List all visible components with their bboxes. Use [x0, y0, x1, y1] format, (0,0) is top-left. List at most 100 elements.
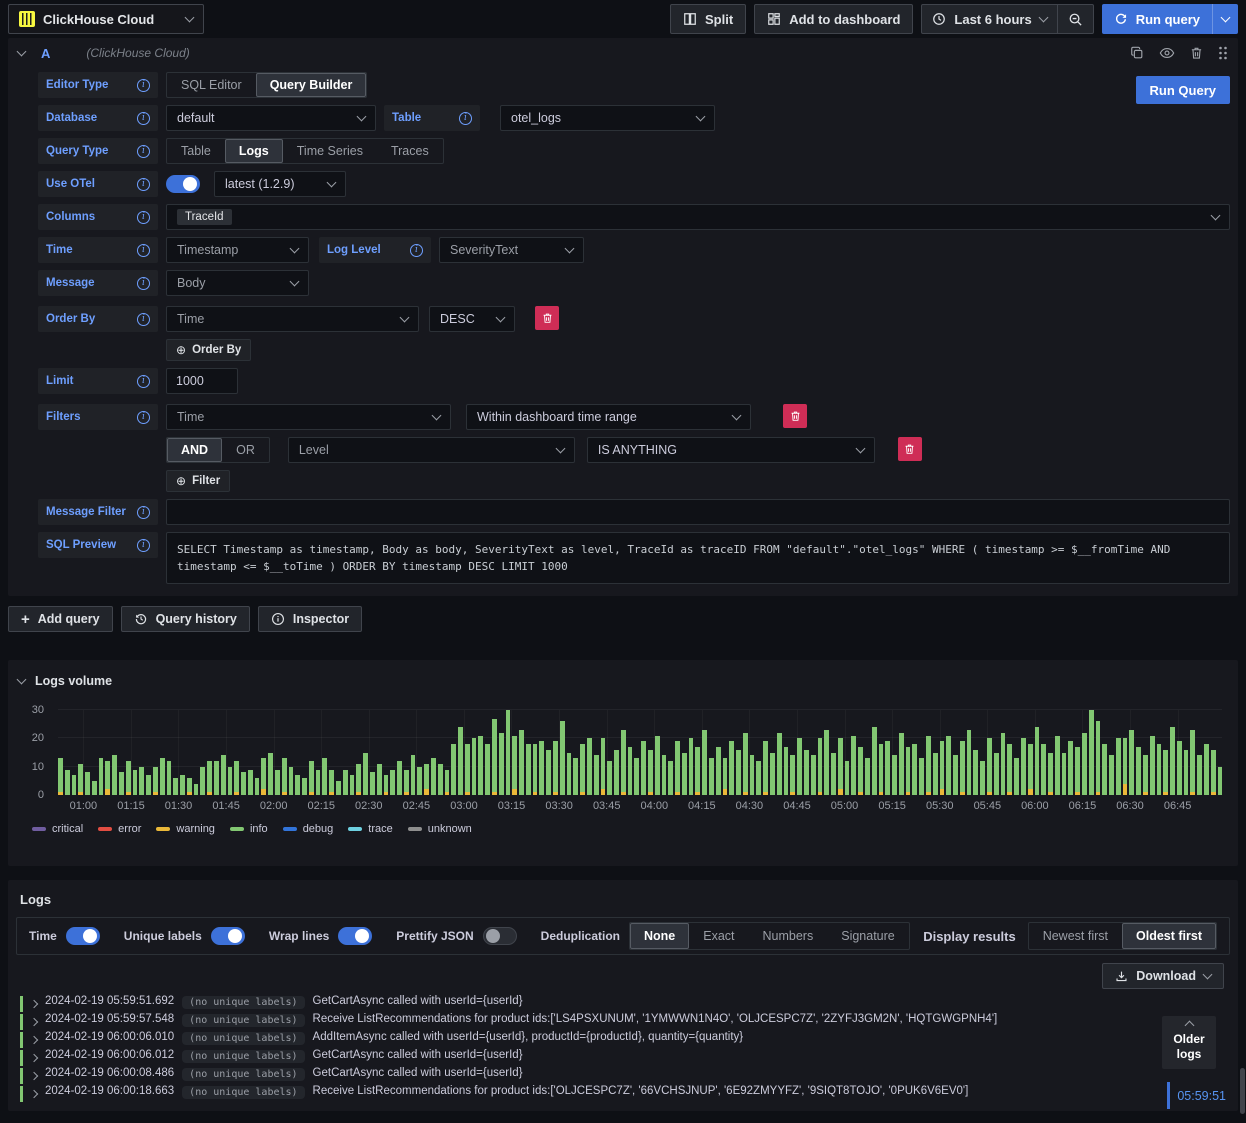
volume-bar — [634, 758, 640, 795]
info-icon[interactable] — [137, 276, 150, 290]
columns-multiselect[interactable]: TraceId — [166, 204, 1230, 230]
info-icon[interactable] — [137, 144, 150, 158]
time-range-picker[interactable]: Last 6 hours — [922, 5, 1056, 33]
use-otel-toggle[interactable] — [166, 175, 200, 193]
query-type-time-series[interactable]: Time Series — [283, 139, 377, 163]
remove-filter-button[interactable] — [783, 404, 807, 428]
volume-bar — [498, 732, 504, 795]
info-icon[interactable] — [137, 177, 150, 191]
database-select[interactable]: default — [166, 105, 376, 131]
legend-item-unknown[interactable]: unknown — [407, 823, 472, 835]
chevron-right-icon[interactable] — [29, 999, 39, 1009]
filter-field-select[interactable]: Time — [166, 404, 451, 430]
add-order-by-button[interactable]: ⊕ Order By — [166, 339, 252, 361]
info-icon[interactable] — [137, 210, 150, 224]
wrap-lines-toggle[interactable] — [338, 927, 373, 945]
info-icon[interactable] — [137, 410, 150, 424]
legend-item-warning[interactable]: warning — [156, 823, 215, 835]
filter2-field-select[interactable]: Level — [287, 437, 575, 463]
info-icon[interactable] — [137, 312, 150, 326]
column-chip-traceid[interactable]: TraceId — [177, 209, 232, 225]
drag-handle-icon[interactable] — [1218, 46, 1228, 60]
chevron-right-icon[interactable] — [29, 1071, 39, 1081]
log-level-select[interactable]: SeverityText — [439, 237, 584, 263]
builder-run-query-button[interactable]: Run Query — [1135, 76, 1230, 104]
legend-item-error[interactable]: error — [98, 823, 141, 835]
datasource-picker[interactable]: ClickHouse Cloud — [8, 4, 204, 34]
table-select[interactable]: otel_logs — [500, 105, 715, 131]
chevron-right-icon[interactable] — [29, 1053, 39, 1063]
info-icon[interactable] — [137, 111, 150, 125]
conjunction-and[interactable]: AND — [167, 438, 223, 462]
legend-item-debug[interactable]: debug — [282, 823, 333, 835]
conjunction-or[interactable]: OR — [222, 438, 269, 462]
page-scrollbar-thumb[interactable] — [1240, 1068, 1245, 1114]
add-to-dashboard-button[interactable]: Add to dashboard — [754, 4, 914, 34]
message-filter-input[interactable] — [166, 499, 1230, 525]
add-filter-button[interactable]: ⊕ Filter — [166, 470, 231, 492]
log-row[interactable]: 2024-02-19 05:59:51.692 (no unique labels… — [20, 995, 1232, 1013]
legend-item-info[interactable]: info — [229, 823, 268, 835]
otel-version-select[interactable]: latest (1.2.9) — [214, 171, 346, 197]
display-newest-first[interactable]: Newest first — [1029, 923, 1122, 949]
unique-labels-toggle[interactable] — [210, 927, 245, 945]
chevron-right-icon[interactable] — [29, 1089, 39, 1099]
older-logs-button[interactable]: Older logs — [1162, 1016, 1216, 1069]
log-row[interactable]: 2024-02-19 05:59:57.548 (no unique labels… — [20, 1013, 1232, 1031]
log-row[interactable]: 2024-02-19 06:00:18.663 (no unique labels… — [20, 1085, 1232, 1103]
time-column-select[interactable]: Timestamp — [166, 237, 309, 263]
log-message: Receive ListRecommendations for product … — [312, 1085, 969, 1097]
display-oldest-first[interactable]: Oldest first — [1122, 923, 1216, 949]
volume-bar — [1115, 738, 1121, 795]
info-icon[interactable] — [137, 538, 150, 552]
dedup-none[interactable]: None — [630, 923, 690, 949]
log-row[interactable]: 2024-02-19 06:00:06.012 (no unique labels… — [20, 1049, 1232, 1067]
remove-filter2-button[interactable] — [897, 437, 922, 461]
query-history-button[interactable]: Query history — [120, 606, 250, 632]
filter2-operator-select[interactable]: IS ANYTHING — [586, 437, 875, 463]
dedup-exact[interactable]: Exact — [689, 923, 748, 949]
info-icon[interactable] — [137, 78, 150, 92]
info-icon[interactable] — [137, 505, 150, 519]
info-icon[interactable] — [137, 374, 150, 388]
order-by-field-select[interactable]: Time — [166, 306, 419, 332]
dedup-signature[interactable]: Signature — [827, 923, 909, 949]
logs-volume-header[interactable]: Logs volume — [16, 670, 1228, 692]
order-by-direction-select[interactable]: DESC — [429, 306, 515, 332]
download-button[interactable]: Download — [1102, 963, 1224, 989]
chevron-right-icon[interactable] — [29, 1035, 39, 1045]
log-row[interactable]: 2024-02-19 06:00:06.010 (no unique labels… — [20, 1031, 1232, 1049]
query-type-traces[interactable]: Traces — [377, 139, 443, 163]
legend-item-trace[interactable]: trace — [348, 823, 393, 835]
editor-type-query-builder[interactable]: Query Builder — [255, 73, 367, 97]
query-row-header[interactable]: A (ClickHouse Cloud) — [8, 38, 1238, 68]
time-toggle[interactable] — [65, 927, 100, 945]
message-column-select[interactable]: Body — [166, 270, 309, 296]
sql-preview-text[interactable]: SELECT Timestamp as timestamp, Body as b… — [166, 532, 1230, 584]
remove-query-trash-icon[interactable] — [1190, 46, 1203, 60]
time-range-zoom-out-button[interactable] — [1058, 5, 1093, 33]
duplicate-query-icon[interactable] — [1130, 46, 1144, 60]
run-query-options-button[interactable] — [1212, 4, 1238, 34]
dedup-numbers[interactable]: Numbers — [749, 923, 828, 949]
volume-bar — [729, 741, 735, 795]
editor-type-sql-editor[interactable]: SQL Editor — [167, 73, 256, 97]
legend-item-critical[interactable]: critical — [32, 823, 83, 835]
chevron-right-icon[interactable] — [29, 1017, 39, 1027]
split-button[interactable]: Split — [670, 4, 747, 34]
info-icon[interactable] — [459, 111, 472, 125]
run-query-button[interactable]: Run query — [1102, 4, 1212, 34]
info-icon[interactable] — [410, 243, 423, 257]
limit-input[interactable] — [166, 368, 238, 394]
hide-response-eye-icon[interactable] — [1159, 46, 1175, 60]
remove-order-by-button[interactable] — [535, 306, 559, 330]
log-row[interactable]: 2024-02-19 06:00:08.486 (no unique labels… — [20, 1067, 1232, 1085]
info-icon[interactable] — [137, 243, 150, 257]
query-type-logs[interactable]: Logs — [224, 139, 283, 163]
inspector-button[interactable]: Inspector — [257, 606, 363, 632]
query-type-table[interactable]: Table — [167, 139, 225, 163]
log-labels-chip: (no unique labels) — [182, 995, 305, 1009]
filter-operator-select[interactable]: Within dashboard time range — [466, 404, 751, 430]
prettify-json-toggle[interactable] — [482, 927, 517, 945]
add-query-button[interactable]: + Add query — [8, 606, 113, 632]
